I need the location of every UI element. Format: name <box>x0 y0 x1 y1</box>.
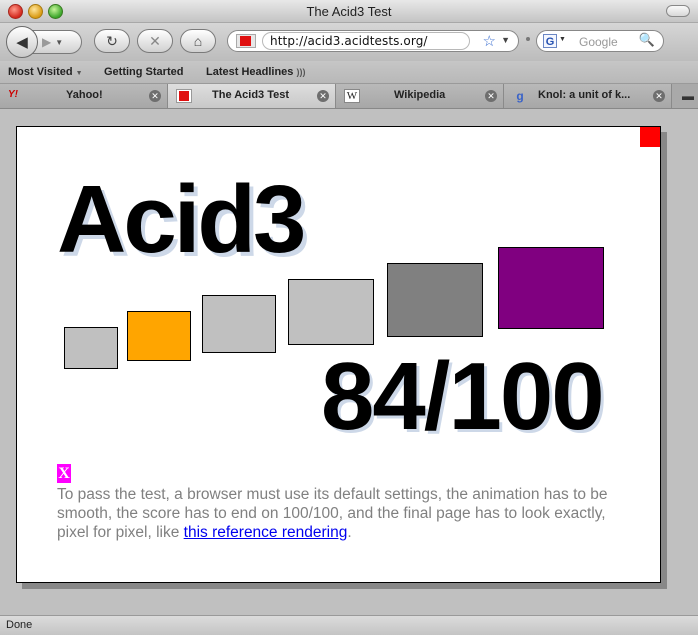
forward-arrow-icon: ▶ <box>42 35 52 49</box>
tab-label: Yahoo! <box>66 89 103 101</box>
tab-label: The Acid3 Test <box>212 89 290 101</box>
reference-rendering-link[interactable]: this reference rendering <box>184 524 348 541</box>
close-tab-icon[interactable]: ✕ <box>149 90 161 102</box>
stop-button[interactable]: ✕ <box>137 29 173 53</box>
stop-icon: ✕ <box>149 32 161 49</box>
reload-button[interactable]: ↻ <box>94 29 130 53</box>
chevron-down-icon: ▼ <box>75 70 83 77</box>
red-square <box>640 127 660 147</box>
instructions-after: . <box>347 524 352 541</box>
close-tab-icon[interactable]: ✕ <box>485 90 497 102</box>
home-icon: ⌂ <box>193 33 203 49</box>
x-mark: X <box>57 464 71 483</box>
tab-list-icon[interactable]: ▬ <box>682 89 694 103</box>
test-bucket-2 <box>127 311 191 361</box>
yahoo-favicon-icon: Y! <box>8 89 18 100</box>
url-text[interactable]: http://acid3.acidtests.org/ <box>270 34 428 48</box>
status-bar: Done <box>0 615 698 635</box>
bookmark-latest-headlines[interactable]: Latest Headlines ))) <box>206 66 305 78</box>
knol-favicon-icon: g <box>516 89 524 103</box>
tab-acid3[interactable]: The Acid3 Test ✕ <box>168 84 336 108</box>
toolbar-resize-handle[interactable] <box>526 37 530 41</box>
search-input[interactable]: Google <box>579 35 618 49</box>
search-box[interactable]: G ▼ Google 🔍 <box>536 30 664 52</box>
close-tab-icon[interactable]: ✕ <box>317 90 329 102</box>
tab-yahoo[interactable]: Y! Yahoo! ✕ <box>0 84 168 108</box>
search-icon[interactable]: 🔍 <box>639 32 655 48</box>
test-bucket-3 <box>202 295 276 353</box>
history-dropdown-icon[interactable]: ▼ <box>55 38 63 47</box>
url-history-dropdown-icon[interactable]: ▼ <box>501 35 510 45</box>
bookmark-getting-started[interactable]: Getting Started <box>104 66 183 78</box>
bookmark-star-icon[interactable]: ☆ <box>483 32 496 50</box>
test-bucket-5 <box>387 263 483 337</box>
tab-knol[interactable]: g Knol: a unit of k... ✕ <box>504 84 672 108</box>
google-engine-icon[interactable]: G <box>543 34 557 48</box>
test-bucket-4 <box>288 279 374 345</box>
page-title: Acid3 <box>57 166 306 273</box>
home-button[interactable]: ⌂ <box>180 29 216 53</box>
instructions-text: To pass the test, a browser must use its… <box>57 485 637 542</box>
bookmark-label: Most Visited <box>8 66 73 78</box>
bookmark-most-visited[interactable]: Most Visited ▼ <box>8 66 83 78</box>
score-display: 84/100 <box>321 343 605 450</box>
test-bucket-6 <box>498 247 604 329</box>
close-tab-icon[interactable]: ✕ <box>653 90 665 102</box>
page-viewport: Acid3 84/100 X To pass the test, a brows… <box>0 109 698 615</box>
bookmarks-toolbar: Most Visited ▼ Getting Started Latest He… <box>0 61 698 84</box>
back-button[interactable]: ◀ <box>6 26 38 58</box>
address-bar[interactable]: http://acid3.acidtests.org/ ☆ ▼ <box>227 30 519 52</box>
tab-wikipedia[interactable]: W Wikipedia ✕ <box>336 84 504 108</box>
toolbar-toggle-button[interactable] <box>666 5 690 17</box>
tab-strip: Y! Yahoo! ✕ The Acid3 Test ✕ W Wikipedia… <box>0 84 698 109</box>
acid3-favicon-icon <box>176 89 192 103</box>
rss-icon: ))) <box>296 67 306 77</box>
title-bar: The Acid3 Test <box>0 0 698 23</box>
window-title: The Acid3 Test <box>306 4 392 19</box>
navigation-toolbar: ▶ ▼ ◀ ↻ ✕ ⌂ http://acid3.acidtests.org/ … <box>0 23 698 61</box>
tab-label: Knol: a unit of k... <box>538 89 631 101</box>
wikipedia-favicon-icon: W <box>344 89 360 103</box>
test-bucket-1 <box>64 327 118 369</box>
back-arrow-icon: ◀ <box>16 34 28 51</box>
status-text: Done <box>6 619 33 631</box>
engine-dropdown-icon[interactable]: ▼ <box>559 36 566 43</box>
reload-icon: ↻ <box>106 32 118 49</box>
acid3-frame: Acid3 84/100 X To pass the test, a brows… <box>16 126 661 583</box>
tab-label: Wikipedia <box>394 89 446 101</box>
site-favicon-icon[interactable] <box>236 34 256 48</box>
bookmark-label: Latest Headlines <box>206 66 294 78</box>
